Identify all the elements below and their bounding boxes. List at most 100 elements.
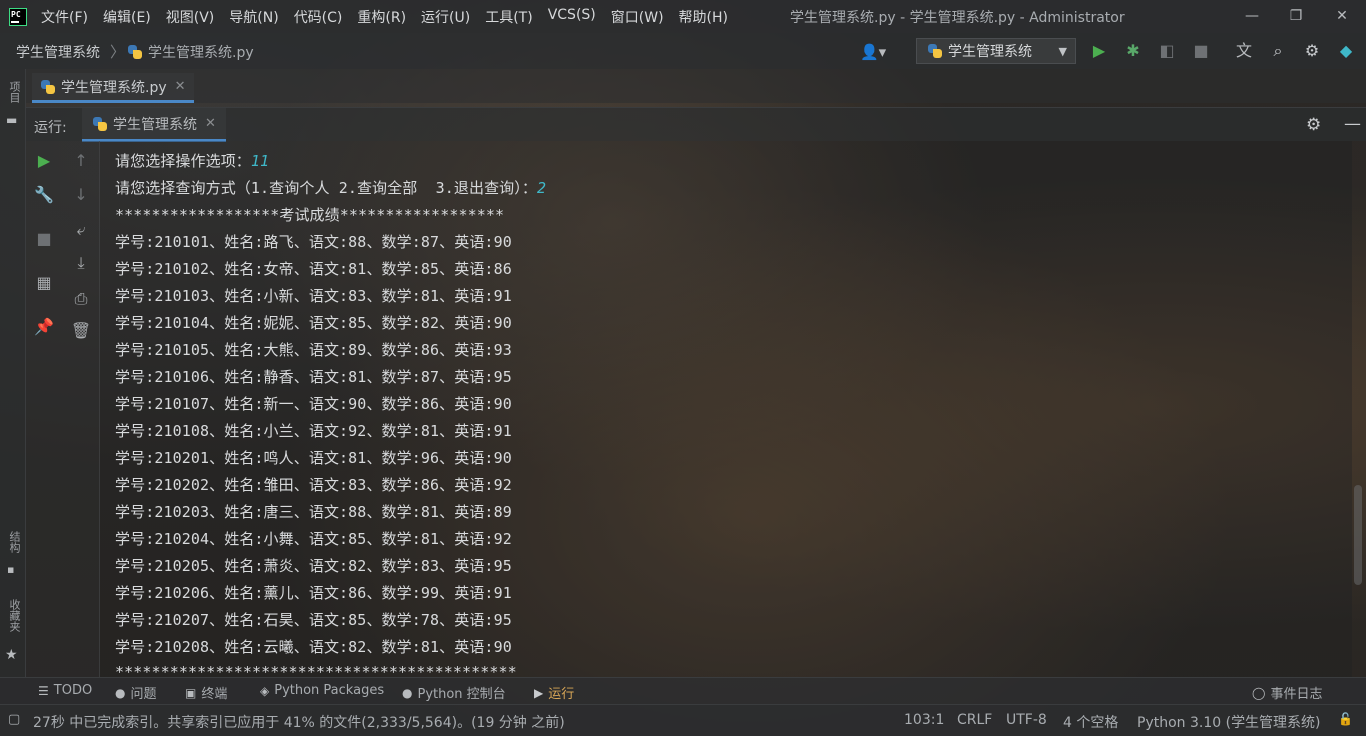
run-icon[interactable]: ▶ <box>1089 41 1109 61</box>
run-tab[interactable]: 学生管理系统 ✕ <box>82 108 226 142</box>
star-icon[interactable]: ★ <box>5 647 18 663</box>
print-icon[interactable]: ⎙ <box>70 288 92 310</box>
minimize-icon[interactable]: — <box>1242 6 1262 26</box>
tool-tab-python-packages[interactable]: ◈ Python Packages <box>260 683 384 698</box>
trash-icon[interactable]: 🗑 <box>70 320 92 342</box>
layout-icon[interactable]: ▦ <box>33 272 55 294</box>
python-console-icon: ● <box>402 685 413 700</box>
stop-icon[interactable]: ■ <box>33 228 55 250</box>
settings-gear-icon[interactable]: ⚙ <box>1302 41 1322 61</box>
tool-tab-terminal[interactable]: ▣ 终端 <box>185 683 227 703</box>
menu-code[interactable]: 代码(C) <box>294 7 343 27</box>
status-message[interactable]: 27秒 中已完成索引。共享索引已应用于 41% 的文件(2,333/5,564)… <box>33 712 565 732</box>
maximize-icon[interactable]: ❐ <box>1286 6 1306 26</box>
editor-tab-file[interactable]: 学生管理系统.py ✕ <box>32 73 194 103</box>
panel-toggle-icon[interactable]: ▢ <box>8 712 20 727</box>
console-header: ******************考试成绩****************** <box>115 206 505 224</box>
menu-edit[interactable]: 编辑(E) <box>103 7 151 27</box>
wrench-icon[interactable]: 🔧 <box>33 184 55 206</box>
user-input: 11 <box>250 152 270 170</box>
console-row: 学号:210102、姓名:女帝、语文:81、数学:85、英语:86 <box>115 260 512 278</box>
lock-icon[interactable]: 🔓 <box>1338 712 1353 726</box>
jetbrains-toolbox-icon[interactable]: ◆ <box>1336 41 1356 61</box>
menu-file[interactable]: 文件(F) <box>41 7 88 27</box>
status-bar: ▢ 27秒 中已完成索引。共享索引已应用于 41% 的文件(2,333/5,56… <box>0 704 1366 736</box>
menu-vcs[interactable]: VCS(S) <box>548 7 596 27</box>
console-prompt-line: 请您选择查询方式（1.查询个人 2.查询全部 3.退出查询）：2 <box>115 177 546 198</box>
menu-navigate[interactable]: 导航(N) <box>229 7 278 27</box>
console-row: 学号:210206、姓名:薰儿、语文:86、数学:99、英语:91 <box>115 584 512 602</box>
menu-refactor[interactable]: 重构(R) <box>357 7 406 27</box>
scroll-to-end-icon[interactable]: ⤓ <box>70 252 92 274</box>
prompt-text: 请您选择操作选项： <box>115 152 251 170</box>
structure-tool-label[interactable]: 结构 <box>6 531 22 553</box>
tool-tab-todo[interactable]: ☰ TODO <box>38 683 92 698</box>
caret-position[interactable]: 103:1 <box>904 712 944 728</box>
python-file-icon <box>40 79 56 95</box>
breadcrumb-project[interactable]: 学生管理系统 <box>16 42 100 62</box>
console-row: 学号:210207、姓名:石昊、语文:85、数学:78、英语:95 <box>115 611 512 629</box>
close-tab-icon[interactable]: ✕ <box>175 79 186 94</box>
debug-icon[interactable]: ✱ <box>1123 41 1143 61</box>
terminal-icon: ▣ <box>185 685 197 700</box>
console-row: 学号:210108、姓名:小兰、语文:92、数学:81、英语:91 <box>115 422 512 440</box>
indent-setting[interactable]: 4 个空格 <box>1063 712 1118 732</box>
console-row: 学号:210204、姓名:小舞、语文:85、数学:81、英语:92 <box>115 530 512 548</box>
event-log-icon: ◯ <box>1252 685 1266 700</box>
console-row: 学号:210104、姓名:妮妮、语文:85、数学:82、英语:90 <box>115 314 512 332</box>
user-account-icon[interactable]: 👤▾ <box>860 43 886 61</box>
pin-icon[interactable]: 📌 <box>33 316 55 338</box>
editor-tab-label: 学生管理系统.py <box>61 79 167 96</box>
coverage-icon[interactable]: ◧ <box>1157 41 1177 61</box>
editor-tab-bar: 学生管理系统.py ✕ <box>26 69 1366 103</box>
scroll-up-icon[interactable]: ↑ <box>70 150 92 172</box>
chevron-down-icon: ▼ <box>1058 44 1067 58</box>
soft-wrap-icon[interactable]: ⤶ <box>70 219 92 241</box>
hide-panel-icon[interactable]: — <box>1344 114 1361 134</box>
navigation-bar: 学生管理系统 〉 学生管理系统.py 👤▾ 学生管理系统 ▼ ▶ ✱ ◧ ■ 文… <box>0 33 1366 69</box>
tool-tab-run[interactable]: ▶ 运行 <box>534 683 575 703</box>
line-separator[interactable]: CRLF <box>957 712 992 728</box>
translate-icon[interactable]: 文 <box>1234 41 1254 61</box>
console-output[interactable]: 请您选择操作选项：11 请您选择查询方式（1.查询个人 2.查询全部 3.退出查… <box>100 141 1352 677</box>
close-window-icon[interactable]: ✕ <box>1332 6 1352 26</box>
tool-tab-label: TODO <box>53 683 93 698</box>
main-menu: 文件(F) 编辑(E) 视图(V) 导航(N) 代码(C) 重构(R) 运行(U… <box>41 7 743 27</box>
tool-tab-event-log[interactable]: ◯ 事件日志 <box>1252 683 1322 703</box>
structure-icon[interactable]: ▪ <box>7 563 14 576</box>
menu-view[interactable]: 视图(V) <box>166 7 215 27</box>
warning-circle-icon: ● <box>115 685 126 700</box>
console-row: 学号:210103、姓名:小新、语文:83、数学:81、英语:91 <box>115 287 512 305</box>
run-settings-gear-icon[interactable]: ⚙ <box>1306 115 1321 135</box>
console-prompt-line: 请您选择操作选项：11 <box>115 150 269 171</box>
file-encoding[interactable]: UTF-8 <box>1006 712 1047 728</box>
console-row: 学号:210106、姓名:静香、语文:81、数学:87、英语:95 <box>115 368 512 386</box>
tool-tab-problems[interactable]: ● 问题 <box>115 683 157 703</box>
breadcrumb-separator: 〉 <box>110 43 126 61</box>
tool-tab-label: Python Packages <box>274 683 385 698</box>
folder-icon[interactable]: ▬ <box>6 113 17 127</box>
pycharm-logo-icon[interactable]: PC <box>9 7 27 26</box>
scroll-down-icon[interactable]: ↓ <box>70 184 92 206</box>
tool-tab-label: 运行 <box>548 687 575 702</box>
window-title: 学生管理系统.py - 学生管理系统.py - Administrator <box>790 10 1125 26</box>
menu-help[interactable]: 帮助(H) <box>679 7 728 27</box>
run-configuration-select[interactable]: 学生管理系统 ▼ <box>916 38 1076 64</box>
menu-run[interactable]: 运行(U) <box>421 7 470 27</box>
search-icon[interactable]: ⌕ <box>1268 41 1288 61</box>
breadcrumb-file[interactable]: 学生管理系统.py <box>127 42 254 62</box>
project-tool-label[interactable]: 项目 <box>6 81 22 103</box>
bookmarks-tool-label[interactable]: 收藏夹 <box>6 599 22 632</box>
tool-tab-python-console[interactable]: ● Python 控制台 <box>402 683 506 703</box>
stop-icon[interactable]: ■ <box>1191 41 1211 61</box>
python-interpreter[interactable]: Python 3.10 (学生管理系统) <box>1137 712 1321 732</box>
close-run-tab-icon[interactable]: ✕ <box>205 116 216 131</box>
console-scrollbar[interactable] <box>1354 485 1362 585</box>
menu-window[interactable]: 窗口(W) <box>611 7 664 27</box>
run-tab-label: 学生管理系统 <box>113 116 197 133</box>
python-icon <box>92 116 108 132</box>
prompt-text: 请您选择查询方式（1.查询个人 2.查询全部 3.退出查询）： <box>115 179 537 197</box>
console-row: 学号:210101、姓名:路飞、语文:88、数学:87、英语:90 <box>115 233 512 251</box>
rerun-icon[interactable]: ▶ <box>33 150 55 172</box>
menu-tools[interactable]: 工具(T) <box>485 7 532 27</box>
